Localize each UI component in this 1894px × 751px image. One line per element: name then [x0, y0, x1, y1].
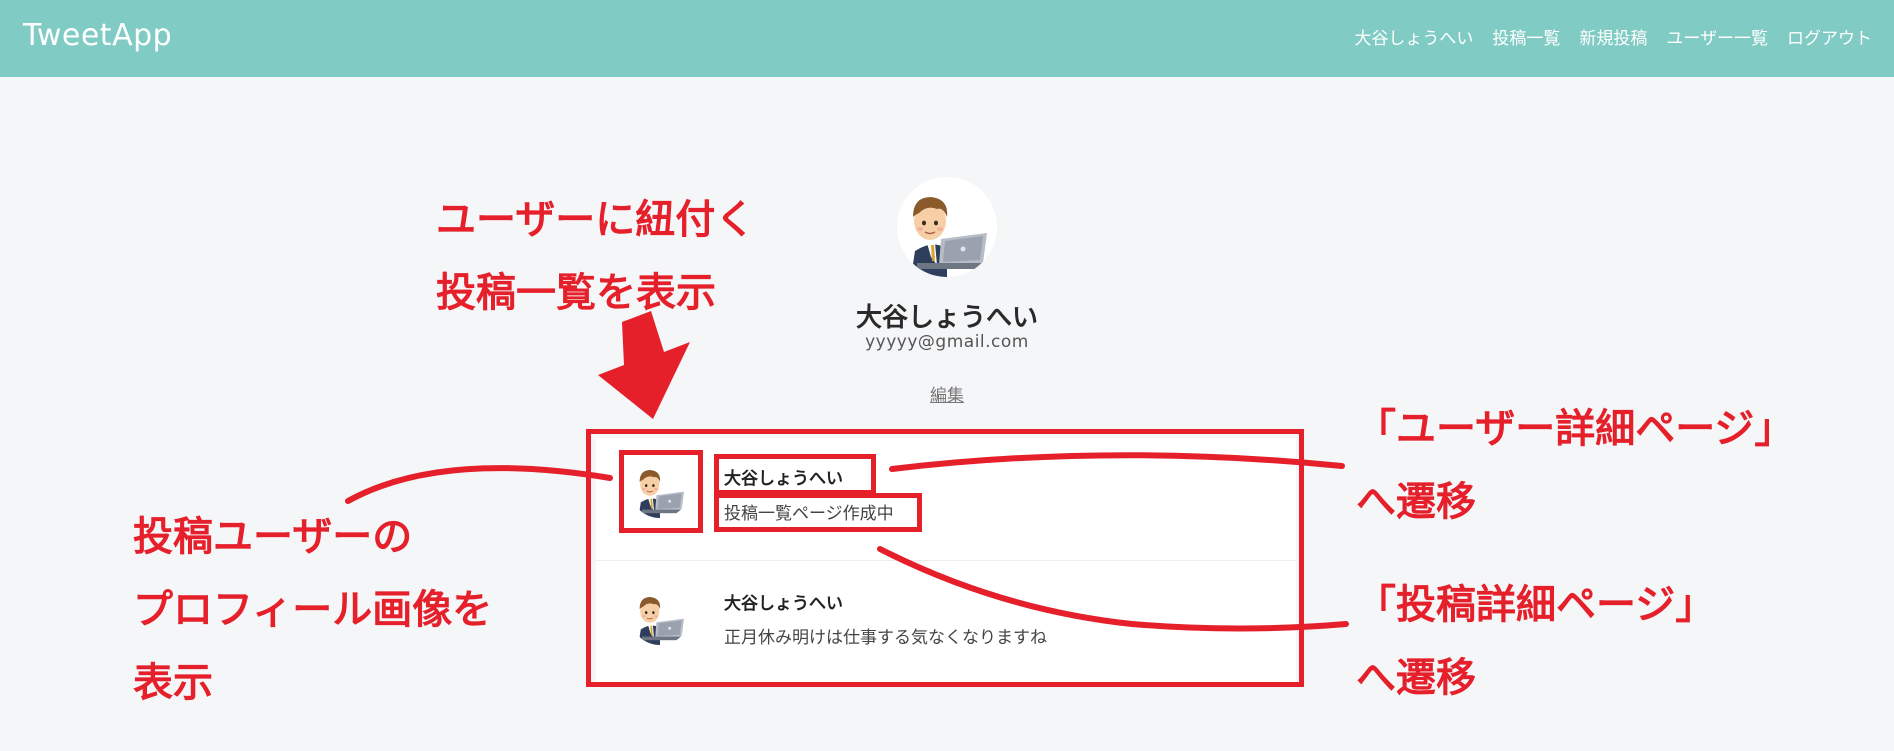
annotation-user-detail: 「ユーザー詳細ページ」 へ遷移 [1356, 393, 1794, 539]
annotation-line: 投稿ユーザーの [133, 514, 413, 560]
annotation-profile-image: 投稿ユーザーの プロフィール画像を 表示 [133, 501, 492, 720]
annotation-line: ユーザーに紐付く [436, 197, 756, 243]
annotation-line: 投稿一覧を表示 [436, 270, 716, 316]
user-detail-connector [889, 452, 1345, 472]
annotation-post-detail: 「投稿詳細ページ」 へ遷移 [1356, 569, 1715, 715]
profile-image-connector [345, 465, 613, 504]
annotation-line: へ遷移 [1356, 655, 1476, 701]
annotation-line: へ遷移 [1356, 479, 1476, 525]
annotation-line: 「投稿詳細ページ」 [1356, 582, 1716, 628]
annotation-line: 「ユーザー詳細ページ」 [1356, 406, 1795, 452]
annotation-line: 表示 [133, 660, 213, 706]
post-detail-connector [877, 546, 1349, 632]
annotation-posts-list: ユーザーに紐付く 投稿一覧を表示 [436, 184, 755, 330]
annotation-line: プロフィール画像を [133, 587, 493, 633]
